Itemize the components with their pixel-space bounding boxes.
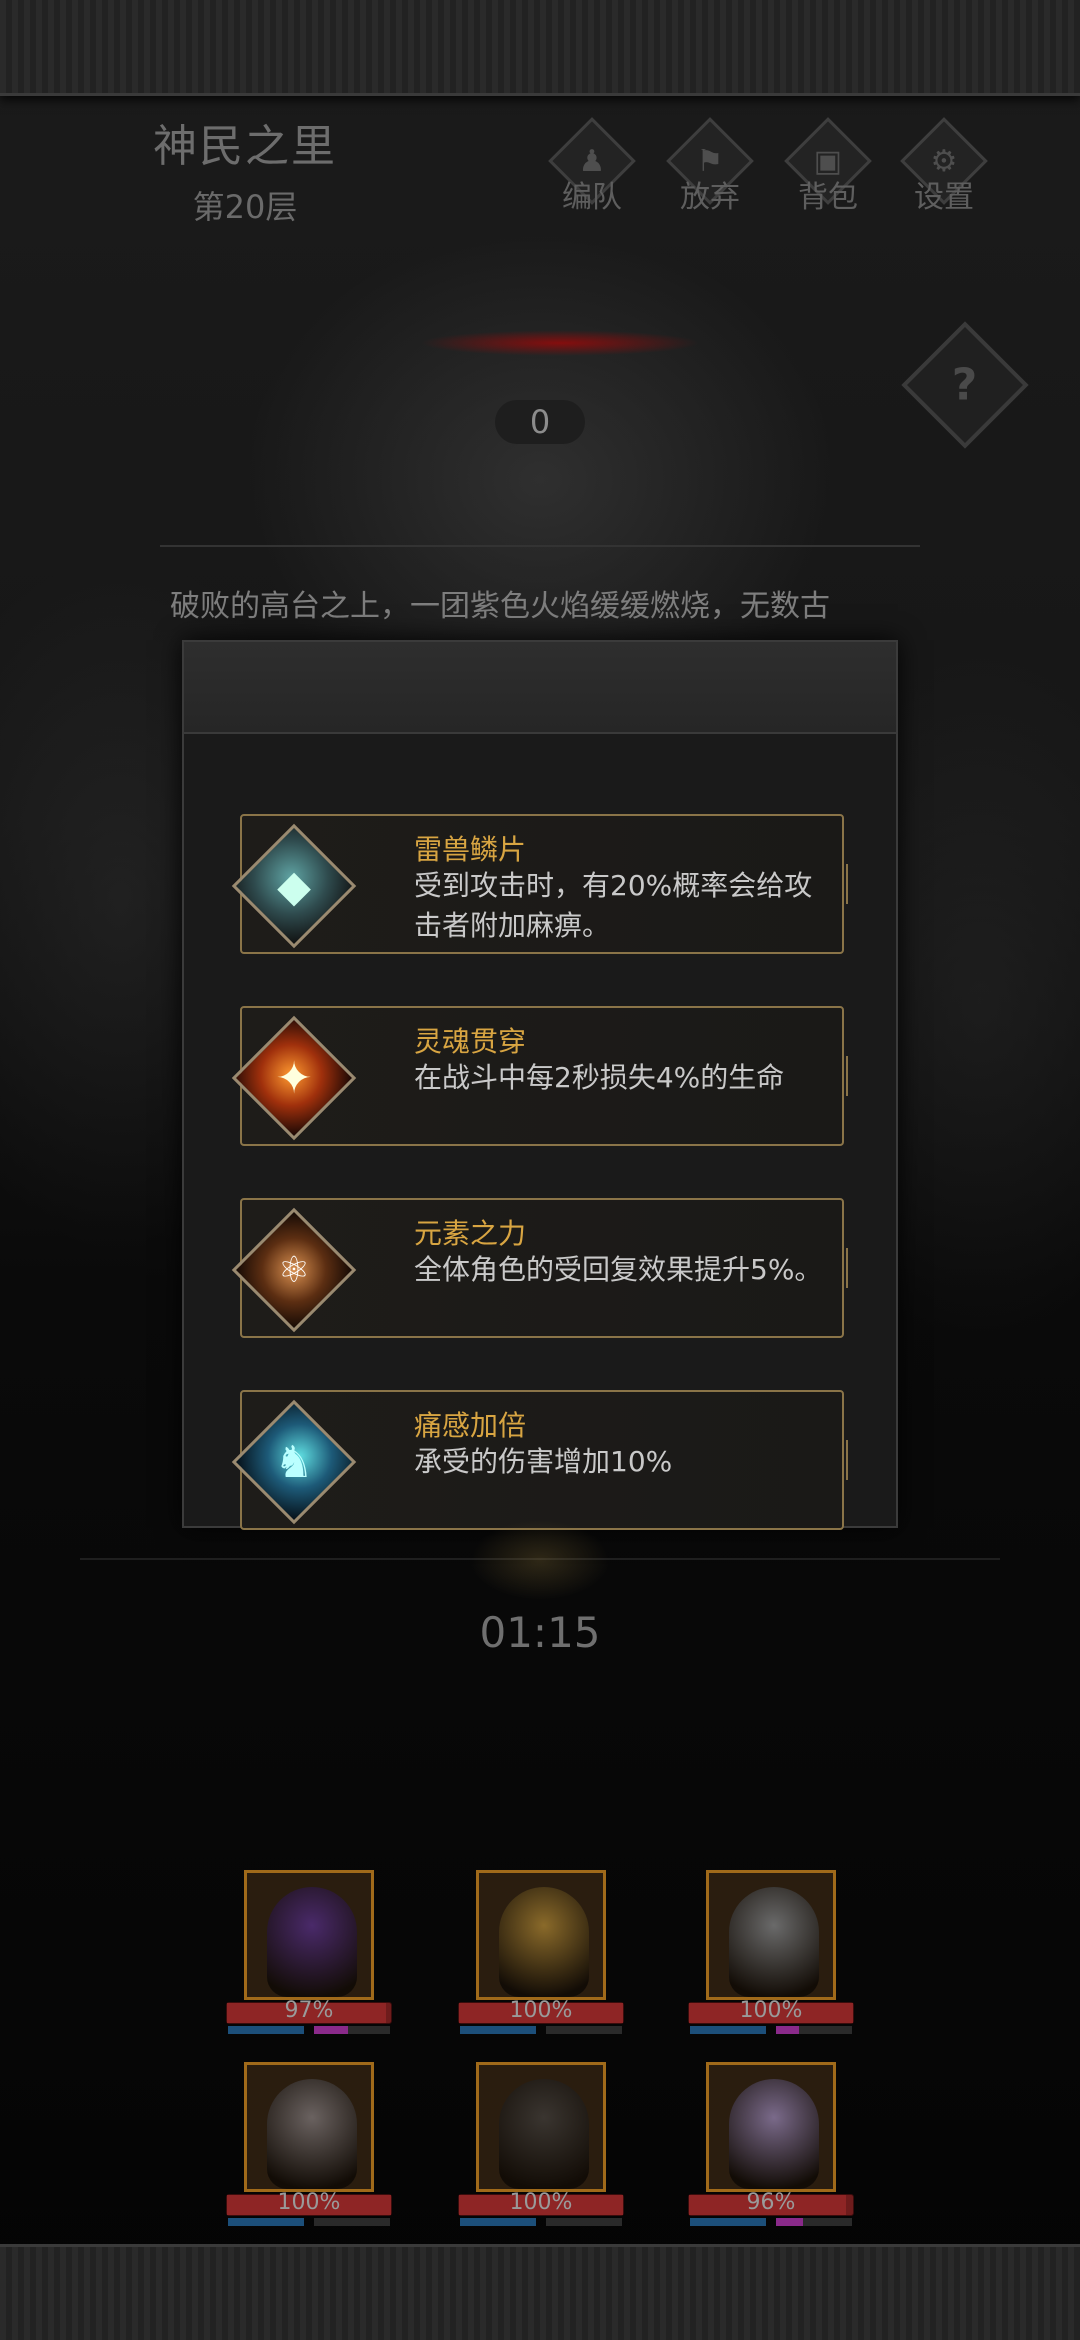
element-icon: ⚛ (230, 1206, 358, 1334)
hero-face (499, 2079, 589, 2189)
rage-bar (314, 2218, 390, 2226)
countdown-timer: 01:15 (479, 1608, 601, 1657)
hero-card[interactable]: 96% (688, 2062, 854, 2242)
buff-option-2[interactable]: ✦ 灵魂贯穿 在战斗中每2秒损失4%的生命 (231, 1006, 848, 1146)
hero-card[interactable]: 100% (458, 2062, 624, 2242)
mana-bar (228, 2218, 304, 2226)
hp-percent: 100% (739, 1998, 803, 2023)
rage-bar (776, 2026, 852, 2034)
floor-number: 第20层 (192, 188, 298, 226)
mana-bar (228, 2026, 304, 2034)
hero-face (267, 1887, 357, 1997)
soul-pierce-icon: ✦ (230, 1014, 358, 1142)
event-glow (420, 330, 700, 356)
abandon-button[interactable]: ⚑ 放弃 (660, 117, 760, 230)
rage-fill (314, 2026, 349, 2034)
buff-name: 元素之力 (414, 1217, 527, 1250)
hero-portrait (244, 1870, 374, 2000)
rage-fill (776, 2026, 799, 2034)
rage-bar (546, 2026, 622, 2034)
timer-emblem-icon (470, 1520, 610, 1600)
pain-icon: ♞ (230, 1398, 358, 1526)
buff-option-3[interactable]: ⚛ 元素之力 全体角色的受回复效果提升5%。 (231, 1198, 848, 1338)
mana-bar (690, 2026, 766, 2034)
hero-card[interactable]: 100% (688, 1870, 854, 2050)
buff-desc: 承受的伤害增加10% (414, 1445, 673, 1478)
buff-selection-modal: ◆ 雷兽鳞片 受到攻击时，有20%概率会给攻击者附加麻痹。 ✦ 灵魂贯穿 在战斗… (182, 640, 898, 1530)
buff-name: 雷兽鳞片 (414, 833, 527, 866)
rage-bar (314, 2026, 390, 2034)
hero-portrait (476, 1870, 606, 2000)
team-button[interactable]: ♟ 编队 (542, 117, 642, 230)
story-text: 破败的高台之上，一团紫色火焰缓缓燃烧，无数古 (170, 589, 830, 624)
hero-face (267, 2079, 357, 2189)
bag-button[interactable]: ▣ 背包 (778, 117, 878, 230)
floor-title: 神民之里 (153, 121, 337, 172)
hero-portrait (244, 2062, 374, 2192)
question-icon: ? (952, 359, 978, 411)
hp-percent: 100% (509, 2190, 573, 2215)
hero-card[interactable]: 100% (458, 1870, 624, 2050)
settings-button[interactable]: ⚙ 设置 (894, 117, 994, 230)
buff-desc: 全体角色的受回复效果提升5%。 (414, 1253, 823, 1286)
rage-fill (776, 2218, 803, 2226)
mana-bar (690, 2218, 766, 2226)
buff-option-1[interactable]: ◆ 雷兽鳞片 受到攻击时，有20%概率会给攻击者附加麻痹。 (231, 814, 848, 954)
buff-name: 痛感加倍 (414, 1409, 527, 1442)
hero-card[interactable]: 97% (226, 1870, 392, 2050)
mana-bar (460, 2026, 536, 2034)
top-frame (0, 0, 1080, 96)
score-counter: 0 (495, 400, 585, 444)
divider (160, 545, 920, 547)
abandon-label: 放弃 (680, 180, 740, 215)
modal-body: ◆ 雷兽鳞片 受到攻击时，有20%概率会给攻击者附加麻痹。 ✦ 灵魂贯穿 在战斗… (184, 734, 896, 1530)
hero-face (729, 1887, 819, 1997)
buff-desc: 受到攻击时，有20%概率会给攻击者附加麻痹。 (414, 869, 813, 942)
buff-desc: 在战斗中每2秒损失4%的生命 (414, 1061, 785, 1094)
buff-name: 灵魂贯穿 (414, 1025, 527, 1058)
hp-percent: 100% (509, 1998, 573, 2023)
hero-card[interactable]: 100% (226, 2062, 392, 2242)
hp-percent: 100% (277, 2190, 341, 2215)
hp-percent: 96% (746, 2190, 796, 2215)
team-label: 编队 (562, 180, 622, 215)
mana-bar (460, 2218, 536, 2226)
rage-bar (546, 2218, 622, 2226)
settings-label: 设置 (914, 180, 974, 215)
hp-percent: 97% (284, 1998, 334, 2023)
hero-portrait (706, 1870, 836, 2000)
scale-icon: ◆ (230, 822, 358, 950)
hero-face (499, 1887, 589, 1997)
bag-label: 背包 (798, 180, 858, 215)
modal-header (184, 642, 896, 734)
hero-portrait (476, 2062, 606, 2192)
floor-info: 神民之里 第20层 (120, 110, 370, 230)
rage-bar (776, 2218, 852, 2226)
bottom-frame (0, 2244, 1080, 2340)
buff-option-4[interactable]: ♞ 痛感加倍 承受的伤害增加10% (231, 1390, 848, 1530)
hero-portrait (706, 2062, 836, 2192)
hero-face (729, 2079, 819, 2189)
